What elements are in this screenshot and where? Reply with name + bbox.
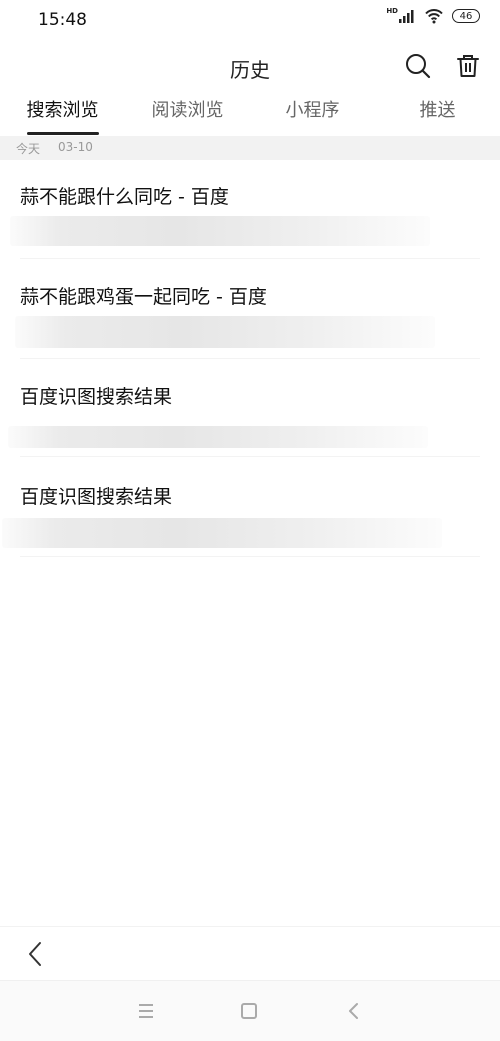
header: 历史 <box>0 40 500 92</box>
history-entry[interactable]: 百度识图搜索结果 <box>0 360 500 460</box>
status-bar: 15:48 HD 46 <box>0 0 500 40</box>
history-entry-title: 蒜不能跟鸡蛋一起同吃 - 百度 <box>20 286 267 308</box>
wifi-icon <box>425 9 443 24</box>
signal-icon <box>399 10 414 23</box>
tab-mini-programs[interactable]: 小程序 <box>250 92 375 136</box>
history-entry-url-blurred <box>10 216 430 246</box>
hd-label: HD <box>386 7 398 15</box>
history-entry-url-blurred <box>15 316 435 348</box>
trash-icon[interactable] <box>454 52 482 80</box>
active-tab-indicator <box>27 132 99 135</box>
divider <box>20 556 480 557</box>
battery-indicator: 46 <box>452 9 480 23</box>
history-entry[interactable]: 蒜不能跟鸡蛋一起同吃 - 百度 <box>0 260 500 360</box>
divider <box>20 358 480 359</box>
system-navigation-bar <box>0 980 500 1041</box>
history-entry[interactable]: 百度识图搜索结果 <box>0 460 500 560</box>
tab-reading-browse[interactable]: 阅读浏览 <box>125 92 250 136</box>
status-time: 15:48 <box>38 10 87 30</box>
date-section-header: 今天 03-10 <box>0 136 500 160</box>
history-entry-title: 蒜不能跟什么同吃 - 百度 <box>20 186 229 208</box>
back-arrow-icon[interactable] <box>24 939 48 969</box>
bottom-toolbar <box>0 926 500 981</box>
divider <box>20 258 480 259</box>
status-icons: HD 46 <box>386 7 480 24</box>
tab-bar: 搜索浏览 阅读浏览 小程序 推送 <box>0 92 500 136</box>
date-today-label: 今天 <box>16 142 41 156</box>
tab-search-browse[interactable]: 搜索浏览 <box>0 92 125 136</box>
divider <box>20 456 480 457</box>
history-entry-url-blurred <box>8 426 428 448</box>
history-entry-url-blurred <box>2 518 442 548</box>
battery-level: 46 <box>459 10 473 22</box>
history-entry-title: 百度识图搜索结果 <box>20 486 173 508</box>
home-square-icon[interactable] <box>237 999 261 1023</box>
tab-push[interactable]: 推送 <box>375 92 500 136</box>
history-entry[interactable]: 蒜不能跟什么同吃 - 百度 <box>0 160 500 260</box>
date-label: 03-10 <box>58 140 93 154</box>
history-entry-title: 百度识图搜索结果 <box>20 386 173 408</box>
menu-icon[interactable] <box>134 999 158 1023</box>
search-icon[interactable] <box>404 52 432 80</box>
chevron-left-icon[interactable] <box>342 999 366 1023</box>
